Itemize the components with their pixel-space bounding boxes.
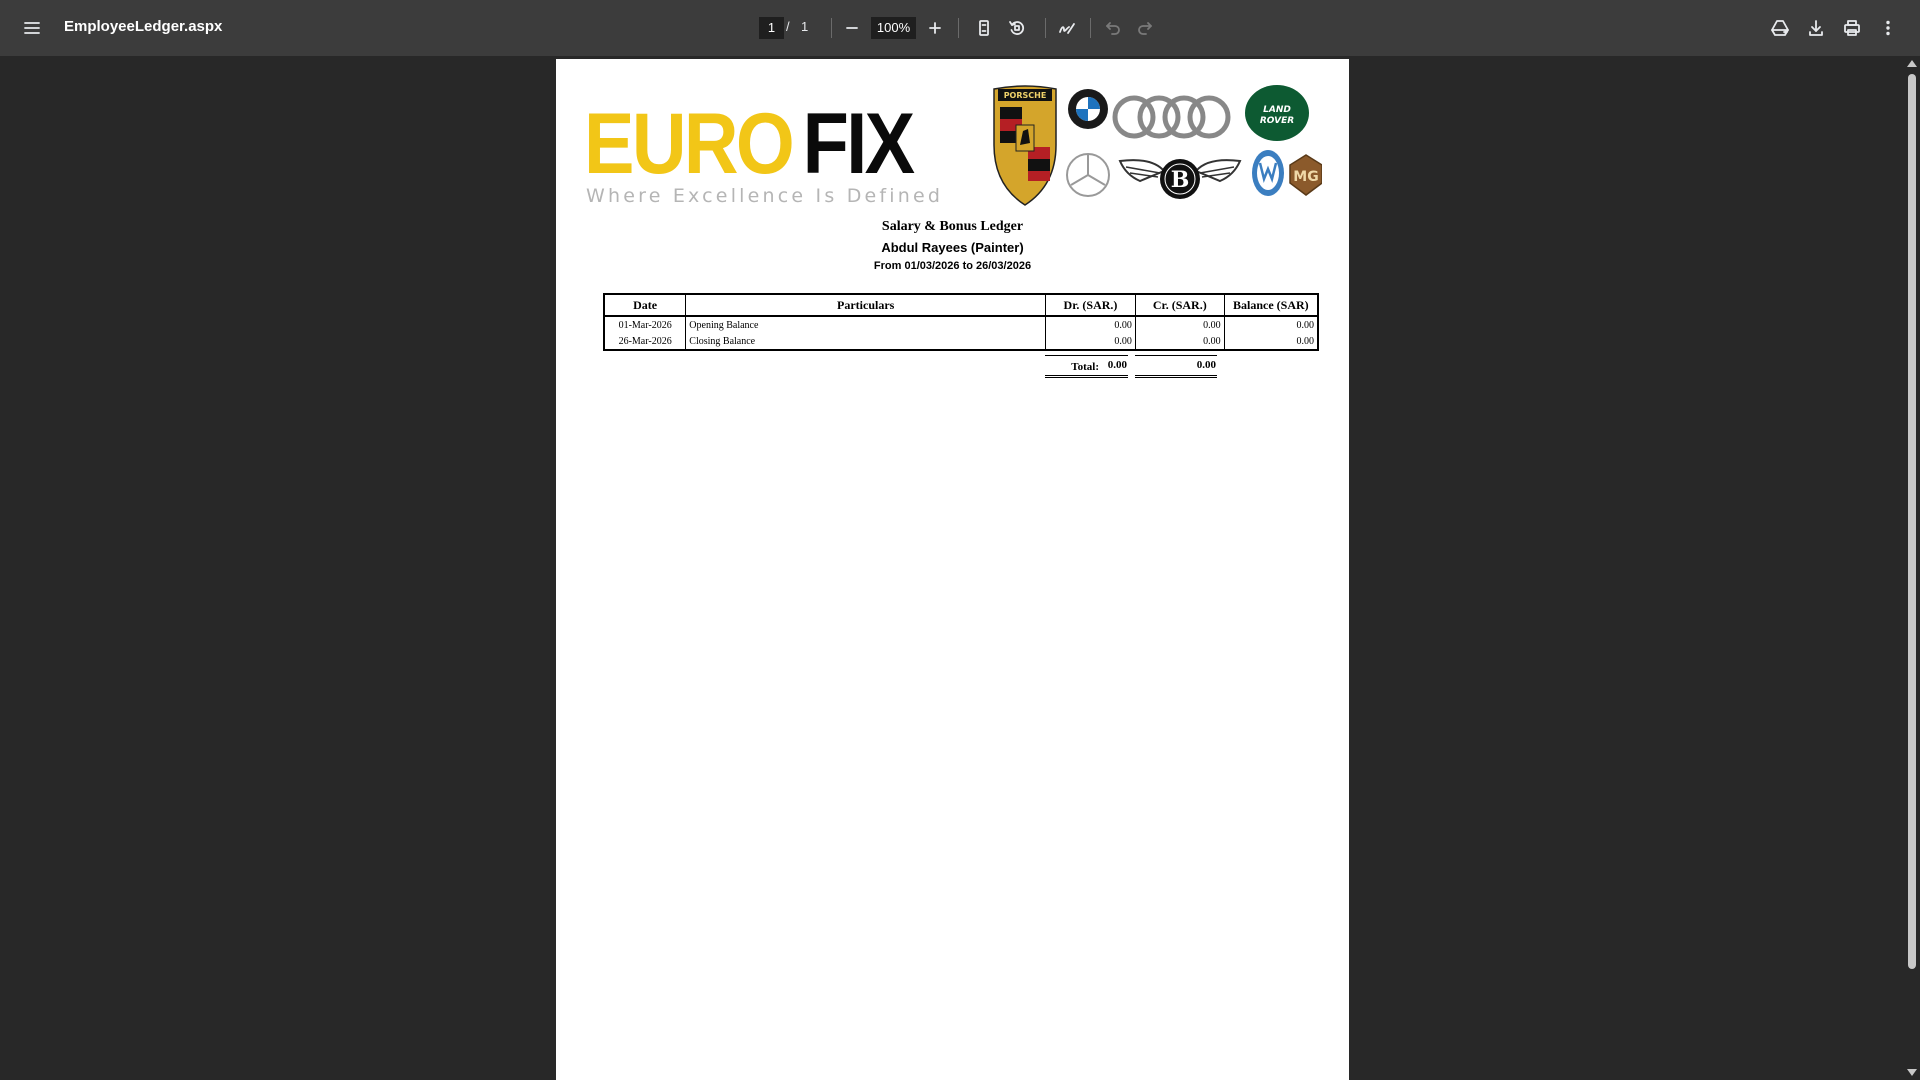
page-separator: / [786, 19, 790, 34]
cell-debit: 0.00 [1045, 333, 1136, 350]
svg-text:LAND: LAND [1263, 105, 1291, 115]
column-header-date: Date [604, 294, 686, 317]
zoom-level-input[interactable]: 100% [871, 17, 916, 39]
table-header-row: Date Particulars Dr. (SAR.) Cr. (SAR.) B… [604, 294, 1318, 317]
mercedes-logo [1066, 153, 1110, 197]
more-options-icon[interactable] [1870, 10, 1906, 46]
logo-euro-text: EURO [584, 96, 795, 192]
cell-particulars: Closing Balance [685, 333, 1046, 350]
svg-text:PORSCHE: PORSCHE [1004, 91, 1047, 100]
cell-credit: 0.00 [1134, 316, 1225, 333]
save-to-drive-icon[interactable] [1762, 10, 1798, 46]
toolbar-divider [1045, 18, 1046, 38]
table-row: 01-Mar-2026 Opening Balance 0.00 0.00 0.… [604, 316, 1318, 333]
column-header-balance: Balance (SAR) [1223, 294, 1318, 317]
total-credit: 0.00 [1135, 355, 1217, 378]
land-rover-logo: LAND ROVER [1245, 85, 1309, 141]
cell-date: 26-Mar-2026 [618, 335, 672, 347]
undo-icon[interactable] [1095, 10, 1131, 46]
report-period: From 01/03/2026 to 26/03/2026 [873, 260, 1032, 272]
redo-icon[interactable] [1127, 10, 1163, 46]
toolbar-divider [831, 18, 832, 38]
page-number-input[interactable]: 1 [759, 17, 784, 39]
vertical-scrollbar[interactable] [1904, 56, 1920, 1080]
cell-date: 01-Mar-2026 [618, 319, 672, 331]
volkswagen-logo [1252, 150, 1284, 196]
car-brand-logos: PORSCHE LAND ROVER B MG [993, 85, 1322, 206]
logo-wordmark: EURO FIX [584, 101, 915, 187]
svg-text:ROVER: ROVER [1260, 116, 1294, 126]
scroll-down-arrow-icon[interactable] [1907, 1069, 1917, 1076]
bentley-logo: B [1118, 159, 1242, 199]
download-icon[interactable] [1798, 10, 1834, 46]
mg-logo: MG [1289, 154, 1322, 196]
page-count: 1 [801, 19, 809, 34]
rotate-icon[interactable] [999, 10, 1035, 46]
company-logo: EURO FIX Where Excellence Is Defined [584, 101, 957, 207]
zoom-out-button[interactable] [834, 10, 870, 46]
pdf-toolbar: EmployeeLedger.aspx 1 / 1 100% [0, 0, 1920, 56]
scroll-up-arrow-icon[interactable] [1907, 60, 1917, 67]
audi-logo [1112, 95, 1231, 139]
ledger-table: Date Particulars Dr. (SAR.) Cr. (SAR.) B… [603, 293, 1319, 351]
cell-particulars: Opening Balance [685, 316, 1046, 333]
cell-balance: 0.00 [1223, 333, 1318, 350]
cell-debit: 0.00 [1045, 316, 1136, 333]
scrollbar-thumb[interactable] [1908, 74, 1916, 969]
column-header-particulars: Particulars [685, 294, 1046, 317]
table-row: 26-Mar-2026 Closing Balance 0.00 0.00 0.… [604, 333, 1318, 350]
fit-page-icon[interactable] [966, 10, 1002, 46]
pdf-page: EURO FIX Where Excellence Is Defined PORS… [556, 59, 1349, 1080]
toolbar-divider [958, 18, 959, 38]
porsche-logo: PORSCHE [993, 85, 1057, 206]
column-header-credit: Cr. (SAR.) [1134, 294, 1225, 317]
zoom-in-button[interactable] [917, 10, 953, 46]
column-header-debit: Dr. (SAR.) [1045, 294, 1136, 317]
report-title: Salary & Bonus Ledger [881, 219, 1024, 234]
svg-text:MG: MG [1293, 169, 1318, 185]
cell-credit: 0.00 [1134, 333, 1225, 350]
employee-name: Abdul Rayees (Painter) [881, 240, 1024, 255]
print-icon[interactable] [1834, 10, 1870, 46]
annotate-icon[interactable] [1049, 10, 1085, 46]
svg-text:B: B [1171, 167, 1190, 193]
document-title: EmployeeLedger.aspx [64, 18, 223, 35]
menu-icon[interactable] [14, 10, 50, 46]
bmw-logo [1068, 89, 1108, 129]
cell-balance: 0.00 [1223, 316, 1318, 333]
total-debit: 0.00 [1045, 355, 1128, 378]
toolbar-divider [1090, 18, 1091, 38]
logo-fix-text: FIX [802, 96, 915, 192]
